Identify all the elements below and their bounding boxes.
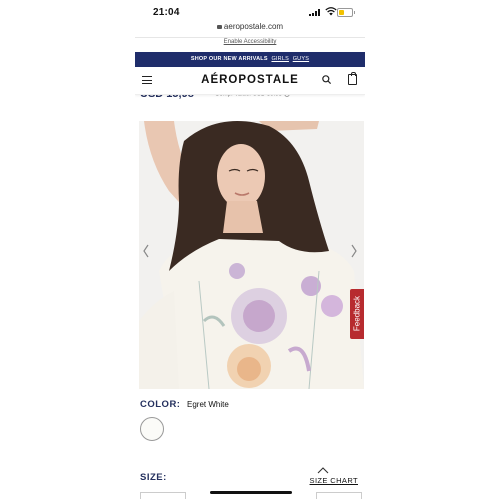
- home-indicator: [210, 491, 292, 494]
- size-label: SIZE:: [140, 472, 167, 483]
- status-bar: 21:04: [135, 0, 365, 22]
- enable-accessibility-link[interactable]: Enable Accessibility: [135, 39, 365, 45]
- color-swatch-egret-white[interactable]: [140, 417, 164, 441]
- feedback-label: Feedback: [352, 295, 362, 332]
- promo-text: SHOP OUR NEW ARRIVALS: [190, 56, 268, 62]
- promo-guys-link[interactable]: GUYS: [293, 56, 309, 62]
- search-icon[interactable]: [322, 75, 331, 84]
- phone-screen: 21:04 aeropostale.com Enable Accessibili…: [135, 0, 365, 499]
- url-text: aeropostale.com: [223, 22, 284, 31]
- signal-icon: [309, 9, 323, 16]
- color-label: COLOR:: [140, 399, 181, 410]
- lock-icon: [216, 25, 222, 29]
- chevron-up-icon[interactable]: [317, 466, 329, 474]
- bag-icon[interactable]: [348, 72, 357, 85]
- color-value: Egret White: [187, 400, 229, 409]
- chevron-right-icon[interactable]: [350, 243, 358, 259]
- wifi-icon: [325, 7, 337, 16]
- divider: [135, 37, 365, 38]
- promo-banner: SHOP OUR NEW ARRIVALS GIRLS GUYS: [135, 52, 365, 67]
- site-header: AÉROPOSTALE: [135, 67, 365, 95]
- size-option[interactable]: [140, 492, 186, 499]
- status-time: 21:04: [153, 7, 180, 18]
- promo-girls-link[interactable]: GIRLS: [271, 56, 289, 62]
- size-chart-link[interactable]: SIZE CHART: [310, 476, 358, 485]
- url-bar[interactable]: aeropostale.com: [135, 22, 365, 36]
- product-photo: [139, 121, 364, 389]
- chevron-left-icon[interactable]: [142, 243, 150, 259]
- feedback-tab[interactable]: Feedback: [350, 289, 364, 339]
- product-image[interactable]: Feedback: [139, 121, 364, 389]
- battery-icon: [337, 8, 355, 17]
- size-option[interactable]: [316, 492, 362, 499]
